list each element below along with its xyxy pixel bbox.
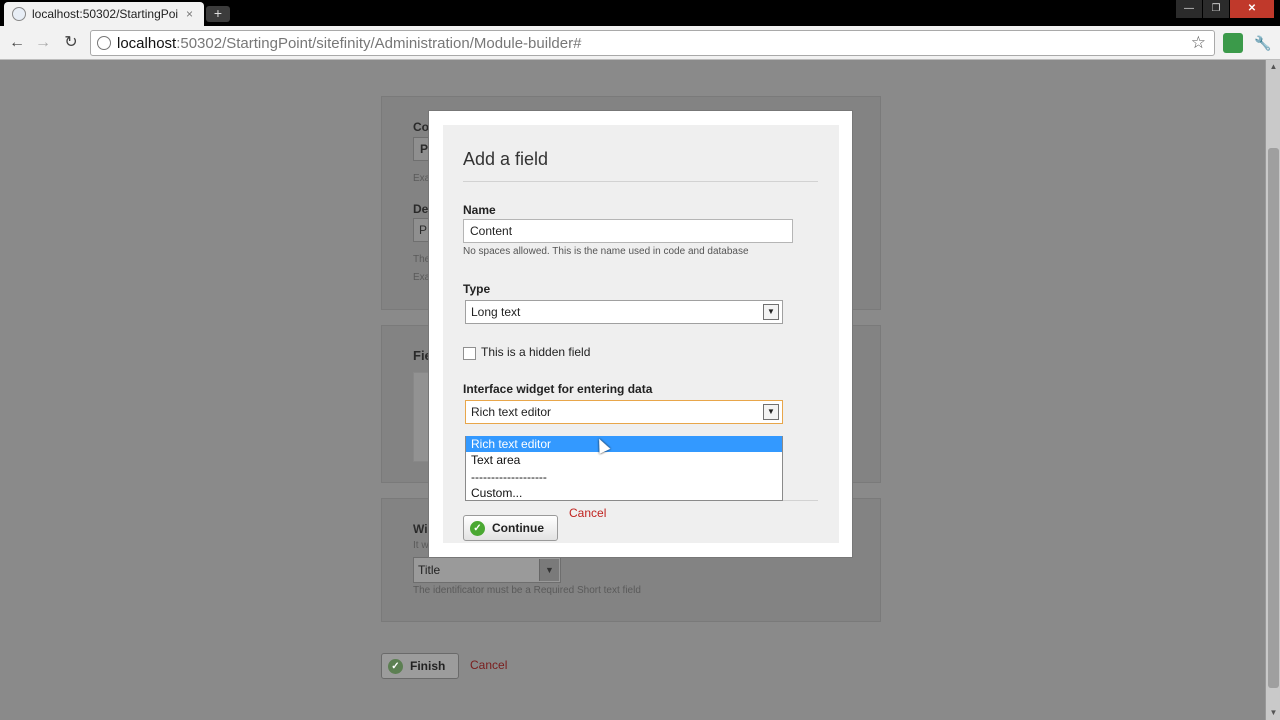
new-tab-button[interactable]: + (206, 6, 230, 22)
continue-button[interactable]: ✓ Continue (463, 515, 558, 541)
chevron-down-icon[interactable]: ▼ (763, 404, 779, 420)
wrench-icon[interactable]: 🔧 (1252, 32, 1274, 54)
dropdown-option[interactable]: Custom... (466, 485, 782, 501)
bg-cancel-link[interactable]: Cancel (470, 658, 507, 672)
address-bar[interactable]: localhost:50302/StartingPoint/sitefinity… (90, 30, 1215, 56)
widget-select[interactable]: Rich text editor ▼ (465, 400, 783, 424)
browser-titlebar: localhost:50302/StartingPoi × + — ❐ ✕ (0, 0, 1280, 26)
type-label: Type (463, 282, 491, 296)
scrollbar-thumb[interactable] (1268, 148, 1279, 688)
hidden-field-label[interactable]: This is a hidden field (481, 345, 590, 359)
identifier-select-value: Title (418, 563, 441, 577)
url-path: :50302/StartingPoint/sitefinity/Administ… (176, 34, 582, 52)
scroll-down-icon[interactable]: ▼ (1266, 706, 1280, 720)
checkmark-icon: ✓ (388, 658, 403, 674)
back-arrow-icon[interactable]: ← (6, 32, 28, 54)
bookmark-star-icon[interactable]: ☆ (1191, 33, 1206, 53)
dropdown-option[interactable]: Rich text editor (466, 436, 782, 452)
dialog-divider-lower (783, 500, 818, 501)
identifier-select[interactable]: Title ▼ (413, 557, 561, 583)
dropdown-option[interactable]: Text area (466, 452, 782, 468)
forward-arrow-icon[interactable]: → (32, 32, 54, 54)
hidden-field-checkbox[interactable] (463, 347, 476, 360)
identifier-hint: The identificator must be a Required Sho… (413, 585, 641, 596)
bg-label-de: De (413, 202, 429, 216)
browser-navbar: ← → ↻ localhost:50302/StartingPoint/site… (0, 26, 1280, 60)
tab-title: localhost:50302/StartingPoi (32, 7, 179, 21)
continue-label: Continue (492, 521, 544, 535)
bg-label-co: Co (413, 120, 429, 134)
window-controls: — ❐ ✕ (1175, 0, 1274, 18)
bg-small-it: It w (413, 540, 429, 551)
widget-dropdown-list: Rich text editor Text area -------------… (465, 436, 783, 501)
type-select-value: Long text (471, 305, 521, 319)
finish-button[interactable]: ✓ Finish (381, 653, 459, 679)
finish-label: Finish (410, 659, 446, 673)
scroll-up-icon[interactable]: ▲ (1266, 60, 1280, 74)
minimize-icon[interactable]: — (1176, 0, 1202, 18)
chevron-down-icon: ▼ (539, 559, 559, 581)
add-field-dialog: Add a field Name No spaces allowed. This… (428, 110, 853, 558)
widget-label: Interface widget for entering data (463, 382, 653, 396)
dialog-divider (463, 181, 818, 182)
name-hint: No spaces allowed. This is the name used… (463, 246, 749, 257)
type-select[interactable]: Long text ▼ (465, 300, 783, 324)
reload-icon[interactable]: ↻ (60, 32, 82, 54)
chevron-down-icon[interactable]: ▼ (763, 304, 779, 320)
page-info-icon[interactable] (97, 36, 111, 50)
name-label: Name (463, 203, 496, 217)
dialog-body: Add a field Name No spaces allowed. This… (443, 125, 839, 543)
widget-select-value: Rich text editor (471, 405, 552, 419)
dropdown-separator: ------------------- (471, 470, 547, 484)
bg-value-p1: P (420, 142, 429, 156)
bg-fields-box (413, 372, 429, 462)
maximize-icon[interactable]: ❐ (1203, 0, 1229, 18)
cancel-link[interactable]: Cancel (569, 506, 606, 520)
globe-icon (12, 7, 26, 21)
extension-icon[interactable] (1223, 33, 1243, 53)
browser-tab[interactable]: localhost:50302/StartingPoi × (4, 2, 204, 26)
checkmark-icon: ✓ (470, 520, 485, 536)
tab-close-icon[interactable]: × (186, 7, 193, 21)
page-scrollbar[interactable]: ▲ ▼ (1265, 60, 1280, 720)
url-host: localhost (117, 34, 177, 52)
dialog-title: Add a field (463, 149, 549, 169)
name-input[interactable] (463, 219, 793, 243)
close-window-icon[interactable]: ✕ (1230, 0, 1274, 18)
bg-value-p2: P (419, 223, 428, 237)
bg-label-wi: Wi (413, 522, 428, 536)
